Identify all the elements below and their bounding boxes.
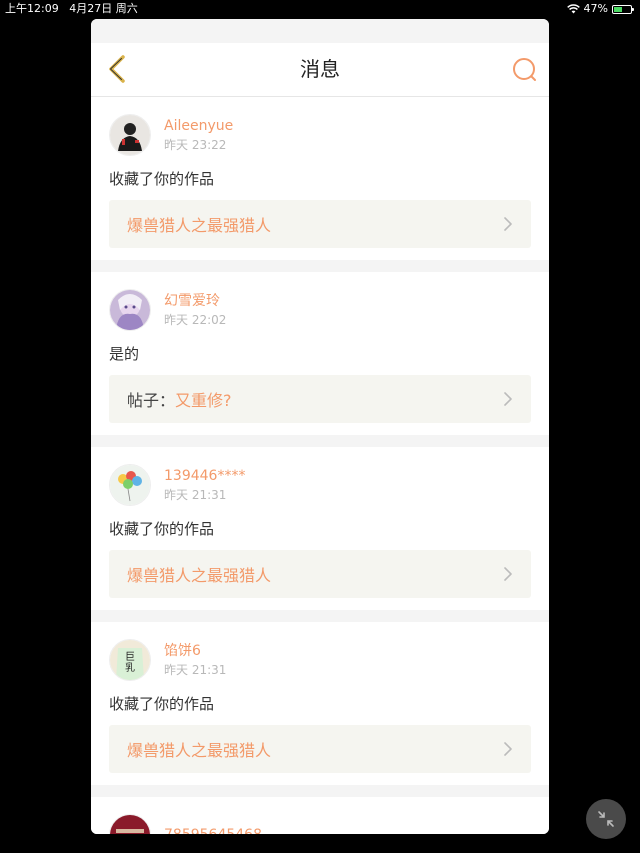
battery-icon bbox=[612, 4, 634, 14]
user-info: 139446**** 昨天 21:31 bbox=[164, 467, 245, 503]
user-info: 馅饼6 昨天 21:31 bbox=[164, 642, 226, 678]
message-header: 幻雪爱玲昨天 22:02 bbox=[109, 289, 531, 331]
message-card: 78595645468 bbox=[91, 797, 549, 834]
status-right: 47% bbox=[566, 0, 634, 18]
chevron-right-icon bbox=[503, 391, 513, 407]
floating-collapse-button[interactable] bbox=[586, 799, 626, 839]
user-info: 幻雪爱玲昨天 22:02 bbox=[164, 292, 226, 328]
chevron-right-icon bbox=[503, 566, 513, 582]
message-header: 78595645468 bbox=[109, 814, 531, 834]
linked-content[interactable]: 爆兽猎人之最强猎人 bbox=[109, 550, 531, 598]
chevron-right-icon bbox=[503, 741, 513, 757]
status-date: 4月27日 周六 bbox=[69, 2, 138, 15]
status-time: 上午12:09 bbox=[5, 2, 59, 15]
linked-content[interactable]: 爆兽猎人之最强猎人 bbox=[109, 725, 531, 773]
user-info: 78595645468 bbox=[164, 826, 262, 834]
username[interactable]: 幻雪爱玲 bbox=[164, 292, 226, 310]
message-header: 139446**** 昨天 21:31 bbox=[109, 464, 531, 506]
message-header: Aileenyue 昨天 23:22 bbox=[109, 114, 531, 156]
username[interactable]: 78595645468 bbox=[164, 826, 262, 834]
user-info: Aileenyue 昨天 23:22 bbox=[164, 117, 233, 153]
message-time: 昨天 21:31 bbox=[164, 488, 227, 502]
collapse-arrows-icon bbox=[598, 811, 614, 827]
link-title: 爆兽猎人之最强猎人 bbox=[127, 216, 272, 235]
search-icon bbox=[513, 58, 536, 81]
avatar[interactable] bbox=[109, 814, 151, 834]
linked-content[interactable]: 爆兽猎人之最强猎人 bbox=[109, 200, 531, 248]
status-left: 上午12:09 4月27日 周六 bbox=[5, 0, 138, 18]
message-card: Aileenyue 昨天 23:22 收藏了你的作品爆兽猎人之最强猎人 bbox=[91, 97, 549, 260]
avatar[interactable] bbox=[109, 464, 151, 506]
username[interactable]: Aileenyue bbox=[164, 117, 233, 135]
link-title: 又重修? bbox=[175, 391, 232, 410]
message-text: 收藏了你的作品 bbox=[109, 170, 215, 188]
message-text: 收藏了你的作品 bbox=[109, 695, 215, 713]
message-time: 昨天 23:22 bbox=[164, 138, 227, 152]
top-gap bbox=[91, 19, 549, 43]
page-title: 消息 bbox=[300, 57, 340, 81]
svg-text:巨: 巨 bbox=[125, 651, 135, 663]
username[interactable]: 馅饼6 bbox=[164, 642, 226, 660]
message-card: 幻雪爱玲昨天 22:02 是的帖子： 又重修? bbox=[91, 272, 549, 435]
battery-percent: 47% bbox=[583, 2, 608, 15]
battery-fill bbox=[614, 6, 622, 12]
avatar[interactable]: 巨乳 bbox=[109, 639, 151, 681]
svg-text:乳: 乳 bbox=[125, 661, 135, 674]
navbar: 消息 bbox=[91, 43, 549, 97]
message-text: 收藏了你的作品 bbox=[109, 520, 215, 538]
message-time: 昨天 22:02 bbox=[164, 313, 227, 327]
link-title: 爆兽猎人之最强猎人 bbox=[127, 741, 272, 760]
link-title: 爆兽猎人之最强猎人 bbox=[127, 566, 272, 585]
message-header: 巨乳馅饼6 昨天 21:31 bbox=[109, 639, 531, 681]
username[interactable]: 139446**** bbox=[164, 467, 245, 485]
wifi-icon bbox=[566, 4, 580, 14]
search-button[interactable] bbox=[511, 56, 539, 84]
chevron-right-icon bbox=[503, 216, 513, 232]
message-card: 139446**** 昨天 21:31 收藏了你的作品爆兽猎人之最强猎人 bbox=[91, 447, 549, 610]
status-bar: 上午12:09 4月27日 周六 47% bbox=[0, 0, 640, 18]
avatar[interactable] bbox=[109, 114, 151, 156]
linked-content[interactable]: 帖子： 又重修? bbox=[109, 375, 531, 423]
message-text: 是的 bbox=[109, 345, 140, 363]
messages-window: 消息 Aileenyue 昨天 23:22 收藏了你的作品 爆兽猎人之最强猎人 幻雪爱玲… bbox=[91, 19, 549, 834]
link-prefix: 帖子： bbox=[127, 391, 176, 410]
avatar[interactable] bbox=[109, 289, 151, 331]
message-time: 昨天 21:31 bbox=[164, 663, 227, 677]
message-card: 巨乳馅饼6 昨天 21:31 收藏了你的作品 爆兽猎人之最强猎人 bbox=[91, 622, 549, 785]
message-list: Aileenyue 昨天 23:22 收藏了你的作品 爆兽猎人之最强猎人 幻雪爱玲 昨天 … bbox=[91, 97, 549, 834]
